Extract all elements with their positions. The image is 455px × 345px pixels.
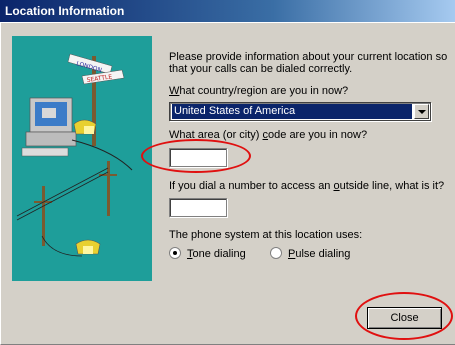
phone-line-2 xyxy=(41,235,83,257)
chevron-down-icon[interactable] xyxy=(414,104,429,119)
instruction-text: Please provide information about your cu… xyxy=(169,51,448,75)
location-illustration: LONDON SEATTLE xyxy=(12,36,152,281)
tone-dialing-label: one dialing xyxy=(192,248,246,260)
pole-right xyxy=(107,161,110,216)
computer-case xyxy=(25,131,77,147)
outside-line-label-pre: If you dial a number to access an xyxy=(169,180,334,192)
tone-dialing-radio[interactable] xyxy=(169,247,181,259)
area-code-label: What area (or city) code are you in now? xyxy=(169,129,367,141)
phone-bottom-dial xyxy=(83,246,93,254)
location-information-dialog: Location Information LONDON SEATTLE Plea… xyxy=(0,0,455,345)
area-code-label-pre: What area (or city) xyxy=(169,129,263,141)
illustration-graphic: LONDON SEATTLE xyxy=(16,53,133,257)
outside-line-label: If you dial a number to access an outsid… xyxy=(169,180,444,192)
country-label-accel: W xyxy=(169,85,180,97)
outside-line-label-post: utside line, what is it? xyxy=(339,180,445,192)
wire-2 xyxy=(16,171,109,221)
screen-window xyxy=(42,108,56,118)
country-label: What country/region are you in now? xyxy=(169,85,348,97)
keyboard xyxy=(21,147,69,157)
window-title: Location Information xyxy=(0,0,455,22)
phone-top-dial xyxy=(84,126,94,134)
pulse-dialing-label: ulse dialing xyxy=(295,248,351,260)
wire-1 xyxy=(16,167,109,217)
area-code-label-post: ode are you in now? xyxy=(268,129,368,141)
area-code-input[interactable] xyxy=(169,148,227,167)
pulse-dialing-option[interactable]: Pulse dialing xyxy=(270,247,350,261)
close-button[interactable]: Close xyxy=(367,307,442,329)
country-selected-value: United States of America xyxy=(172,104,412,119)
pulse-dialing-radio[interactable] xyxy=(270,247,282,259)
country-select[interactable]: United States of America xyxy=(169,102,431,121)
tone-dialing-option[interactable]: Tone dialing xyxy=(169,247,246,261)
phone-system-label: The phone system at this location uses: xyxy=(169,229,363,241)
country-label-post: hat country/region are you in now? xyxy=(179,85,349,97)
outside-line-input[interactable] xyxy=(169,198,227,217)
phone-line-1 xyxy=(71,139,133,171)
